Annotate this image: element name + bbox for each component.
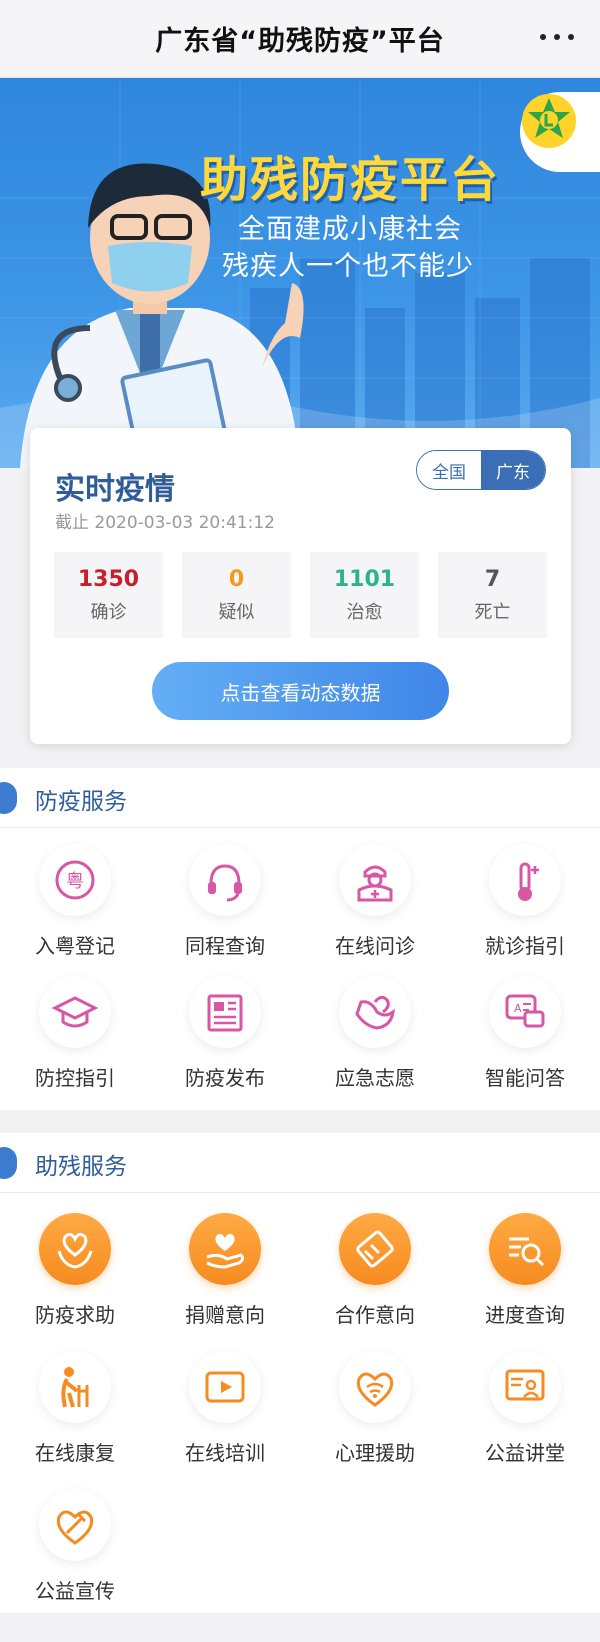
service-item[interactable]: 防控指引: [0, 976, 150, 1106]
service-item[interactable]: 应急志愿: [300, 976, 450, 1106]
stat-label: 疑似: [218, 601, 255, 623]
service-item[interactable]: 在线问诊: [300, 844, 450, 974]
donation-hand-icon: [189, 1213, 261, 1285]
stat-boxes: 1350 确诊 0 疑似 1101 治愈 7 死亡: [54, 552, 547, 638]
newspaper-icon: [189, 976, 261, 1048]
service-item-label: 公益讲堂: [485, 1441, 565, 1465]
stat-suspected: 0 疑似: [182, 552, 291, 638]
stat-value: 1101: [333, 566, 396, 592]
service-item-label: 在线问诊: [335, 934, 415, 958]
chat-qa-icon: A: [489, 976, 561, 1048]
section-header: 防疫服务: [0, 768, 600, 828]
service-item[interactable]: 就诊指引: [450, 844, 600, 974]
service-item[interactable]: 捐赠意向: [150, 1213, 300, 1343]
stat-confirmed: 1350 确诊: [54, 552, 163, 638]
stats-timestamp: 截止 2020-03-03 20:41:12: [55, 513, 275, 533]
scope-option-national[interactable]: 全国: [417, 451, 481, 489]
more-menu-icon[interactable]: [540, 27, 574, 47]
disability-federation-logo-icon: [520, 92, 600, 172]
service-item[interactable]: 合作意向: [300, 1213, 450, 1343]
stat-label: 治愈: [346, 601, 383, 623]
walker-icon: [39, 1351, 111, 1423]
stat-cured: 1101 治愈: [310, 552, 419, 638]
section-marker: [0, 782, 17, 814]
section-header: 助残服务: [0, 1133, 600, 1193]
service-item[interactable]: 公益宣传: [0, 1489, 150, 1619]
stat-deaths: 7 死亡: [438, 552, 547, 638]
service-item[interactable]: 防疫求助: [0, 1213, 150, 1343]
service-item-label: 公益宣传: [35, 1579, 115, 1603]
scope-toggle: 全国 广东: [416, 450, 546, 490]
service-item-label: 在线培训: [185, 1441, 265, 1465]
banner-subtitle-2: 残疾人一个也不能少: [222, 251, 474, 282]
service-item-label: 进度查询: [485, 1303, 565, 1327]
service-item-label: 在线康复: [35, 1441, 115, 1465]
service-item[interactable]: 在线康复: [0, 1351, 150, 1481]
progress-search-icon: [489, 1213, 561, 1285]
section-title: 防疫服务: [35, 789, 127, 815]
section-title: 助残服务: [35, 1154, 127, 1180]
epidemic-stats-card: 实时疫情 截止 2020-03-03 20:41:12 全国 广东 1350 确…: [30, 428, 571, 744]
stat-label: 确诊: [90, 601, 127, 623]
headset-icon: [189, 844, 261, 916]
service-item[interactable]: A 智能问答: [450, 976, 600, 1106]
stat-value: 7: [484, 566, 501, 592]
service-item-label: 入粤登记: [35, 934, 115, 958]
hero-banner: 助残防疫平台 全面建成小康社会 残疾人一个也不能少: [0, 78, 600, 468]
service-item-label: 合作意向: [335, 1303, 415, 1327]
title-bar: 广东省“助残防疫”平台: [0, 0, 600, 78]
stat-value: 1350: [77, 566, 140, 592]
service-item-label: 防疫发布: [185, 1066, 265, 1090]
prevention-services-section: 防疫服务 粤入粤登记 同程查询 在线问诊 就诊指引 防控指引 防疫发布 应急志愿 A 智能问答: [0, 768, 600, 1110]
service-item[interactable]: 粤入粤登记: [0, 844, 150, 974]
thermometer-icon: [489, 844, 561, 916]
heart-syringe-icon: [39, 1489, 111, 1561]
service-item-label: 智能问答: [485, 1066, 565, 1090]
service-item[interactable]: 在线培训: [150, 1351, 300, 1481]
service-item[interactable]: 防疫发布: [150, 976, 300, 1106]
service-item[interactable]: 心理援助: [300, 1351, 450, 1481]
service-item-label: 捐赠意向: [185, 1303, 265, 1327]
svg-text:A: A: [514, 1002, 522, 1015]
scope-option-guangdong[interactable]: 广东: [481, 451, 545, 489]
svg-text:粤: 粤: [66, 871, 84, 892]
service-item[interactable]: 同程查询: [150, 844, 300, 974]
handshake-icon: [339, 1213, 411, 1285]
service-item-label: 防控指引: [35, 1066, 115, 1090]
banner-subtitle-1: 全面建成小康社会: [238, 214, 462, 245]
lecture-screen-icon: [489, 1351, 561, 1423]
help-heart-icon: [39, 1213, 111, 1285]
section-marker: [0, 1147, 17, 1179]
stat-label: 死亡: [474, 601, 511, 623]
video-play-icon: [189, 1351, 261, 1423]
heart-signal-icon: [339, 1351, 411, 1423]
assistance-services-section: 助残服务 防疫求助 捐赠意向 合作意向 进度查询在线康复 在线培训 心理援助 公益讲堂公益宣…: [0, 1133, 600, 1613]
doctor-icon: [339, 844, 411, 916]
service-item[interactable]: 公益讲堂: [450, 1351, 600, 1481]
graduation-cap-icon: [39, 976, 111, 1048]
service-item-label: 心理援助: [335, 1441, 415, 1465]
service-item-label: 防疫求助: [35, 1303, 115, 1327]
view-dynamic-data-button[interactable]: 点击查看动态数据: [152, 662, 449, 720]
page-title: 广东省“助残防疫”平台: [155, 26, 445, 57]
banner-headline: 助残防疫平台: [200, 152, 501, 208]
stat-value: 0: [228, 566, 245, 592]
service-item-label: 应急志愿: [335, 1066, 415, 1090]
stats-title: 实时疫情: [55, 472, 175, 507]
service-item[interactable]: 进度查询: [450, 1213, 600, 1343]
yue-registration-icon: 粤: [39, 844, 111, 916]
service-item-label: 同程查询: [185, 934, 265, 958]
service-item-label: 就诊指引: [485, 934, 565, 958]
helping-hand-icon: [339, 976, 411, 1048]
